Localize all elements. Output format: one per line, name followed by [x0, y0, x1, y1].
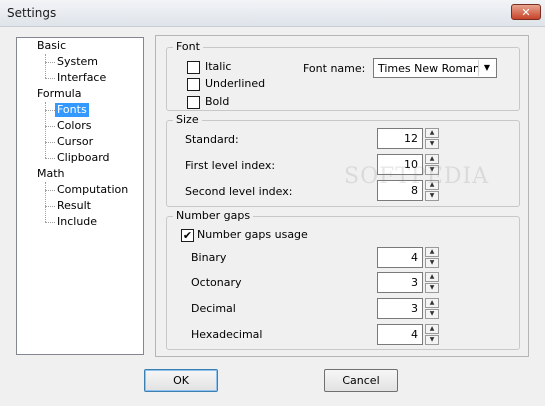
- tree-item-interface[interactable]: Interface: [55, 71, 108, 85]
- size-group-legend: Size: [173, 113, 202, 127]
- tree-item-computation[interactable]: Computation: [55, 183, 130, 197]
- spin-down-icon[interactable]: ▼: [425, 139, 439, 149]
- tree-item-colors[interactable]: Colors: [55, 119, 93, 133]
- title-bar[interactable]: Settings ✕: [0, 0, 545, 27]
- tree-line: [45, 54, 46, 78]
- font-name-select[interactable]: Times New Roman ▼: [373, 58, 497, 78]
- tree-line: [45, 62, 55, 63]
- tree-item-fonts[interactable]: Fonts: [55, 103, 89, 117]
- tree-line: [45, 190, 55, 191]
- tree-line: [45, 110, 55, 111]
- hexadecimal-gap-input[interactable]: 4: [377, 324, 423, 345]
- tree-item-formula[interactable]: Formula: [35, 87, 83, 101]
- binary-gap-spinner: ▲ ▼: [425, 247, 439, 268]
- decimal-gap-input[interactable]: 3: [377, 298, 423, 319]
- binary-label: Binary: [191, 251, 227, 264]
- standard-size-input[interactable]: 12: [377, 128, 423, 149]
- spin-down-icon[interactable]: ▼: [425, 283, 439, 293]
- tree-line: [45, 78, 55, 79]
- number-gaps-usage-checkbox[interactable]: ✔: [181, 229, 194, 242]
- spin-up-icon[interactable]: ▲: [425, 324, 439, 334]
- bold-checkbox[interactable]: [187, 96, 200, 109]
- font-name-value: Times New Roman: [378, 62, 480, 75]
- tree-line: [45, 222, 55, 223]
- window-title: Settings: [7, 6, 57, 20]
- spin-up-icon[interactable]: ▲: [425, 128, 439, 138]
- tree-line: [45, 182, 46, 222]
- number-gaps-usage-label: Number gaps usage: [197, 228, 308, 241]
- number-gaps-group: Number gaps ✔ Number gaps usage Binary 4…: [166, 209, 520, 350]
- second-level-label: Second level index:: [185, 185, 293, 198]
- spin-up-icon[interactable]: ▲: [425, 298, 439, 308]
- ok-button[interactable]: OK: [144, 369, 218, 392]
- bold-label: Bold: [205, 95, 230, 108]
- cancel-button[interactable]: Cancel: [324, 369, 398, 392]
- underlined-checkbox[interactable]: [187, 78, 200, 91]
- hexadecimal-gap-spinner: ▲ ▼: [425, 324, 439, 345]
- standard-size-spinner: ▲ ▼: [425, 128, 439, 149]
- octonary-gap-spinner: ▲ ▼: [425, 272, 439, 293]
- font-group-legend: Font: [173, 40, 203, 54]
- octonary-gap-input[interactable]: 3: [377, 272, 423, 293]
- octonary-label: Octonary: [191, 276, 242, 289]
- number-gaps-legend: Number gaps: [173, 209, 254, 223]
- tree-item-system[interactable]: System: [55, 55, 100, 69]
- tree-line: [45, 142, 55, 143]
- spin-down-icon[interactable]: ▼: [425, 335, 439, 345]
- spin-up-icon[interactable]: ▲: [425, 154, 439, 164]
- underlined-label: Underlined: [205, 77, 266, 90]
- standard-label: Standard:: [185, 133, 239, 146]
- tree-line: [45, 158, 55, 159]
- tree-line: [45, 126, 55, 127]
- italic-label: Italic: [205, 60, 232, 73]
- spin-down-icon[interactable]: ▼: [425, 258, 439, 268]
- tree-item-include[interactable]: Include: [55, 215, 99, 229]
- hexadecimal-label: Hexadecimal: [191, 328, 263, 341]
- close-button[interactable]: ✕: [511, 4, 541, 20]
- tree-item-basic[interactable]: Basic: [35, 39, 68, 53]
- tree-item-math[interactable]: Math: [35, 167, 67, 181]
- font-name-label: Font name:: [303, 62, 366, 75]
- binary-gap-input[interactable]: 4: [377, 247, 423, 268]
- spin-down-icon[interactable]: ▼: [425, 191, 439, 201]
- decimal-label: Decimal: [191, 302, 236, 315]
- decimal-gap-spinner: ▲ ▼: [425, 298, 439, 319]
- tree-item-cursor[interactable]: Cursor: [55, 135, 95, 149]
- dialog-body: Basic System Interface Formula Fonts Col…: [0, 27, 545, 406]
- fonts-settings-panel: Font Italic Underlined Bold Font name: T…: [155, 35, 529, 357]
- chevron-down-icon[interactable]: ▼: [478, 60, 495, 76]
- font-group: Font Italic Underlined Bold Font name: T…: [166, 40, 520, 111]
- spin-up-icon[interactable]: ▲: [425, 272, 439, 282]
- softpedia-watermark: SOFTPEDIA: [344, 164, 490, 189]
- spin-up-icon[interactable]: ▲: [425, 247, 439, 257]
- first-level-label: First level index:: [185, 159, 276, 172]
- spin-down-icon[interactable]: ▼: [425, 309, 439, 319]
- tree-line: [45, 206, 55, 207]
- tree-item-clipboard[interactable]: Clipboard: [55, 151, 112, 165]
- settings-tree[interactable]: Basic System Interface Formula Fonts Col…: [16, 37, 144, 355]
- italic-checkbox[interactable]: [187, 61, 200, 74]
- tree-item-result[interactable]: Result: [55, 199, 93, 213]
